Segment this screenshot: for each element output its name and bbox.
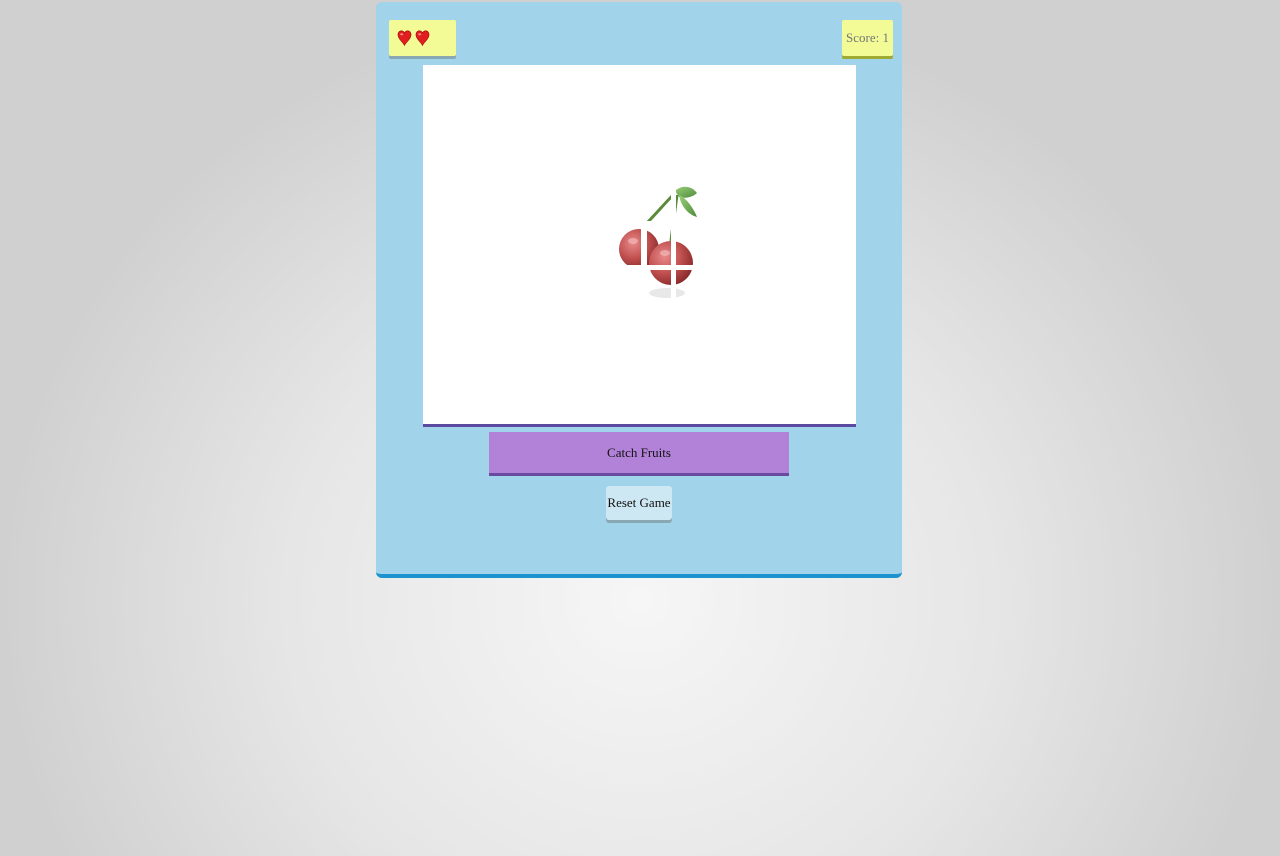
- play-area[interactable]: [423, 65, 856, 427]
- reset-game-button[interactable]: Reset Game: [606, 486, 672, 520]
- heart-icon: [397, 30, 412, 47]
- cherry-icon[interactable]: [615, 183, 705, 303]
- lives-display: [389, 20, 456, 56]
- catch-fruits-button[interactable]: Catch Fruits: [489, 432, 789, 476]
- heart-icon: [415, 30, 430, 47]
- game-container: Score: 1 Catch Fruits Reset Game: [376, 2, 902, 578]
- score-display: Score: 1: [842, 20, 893, 56]
